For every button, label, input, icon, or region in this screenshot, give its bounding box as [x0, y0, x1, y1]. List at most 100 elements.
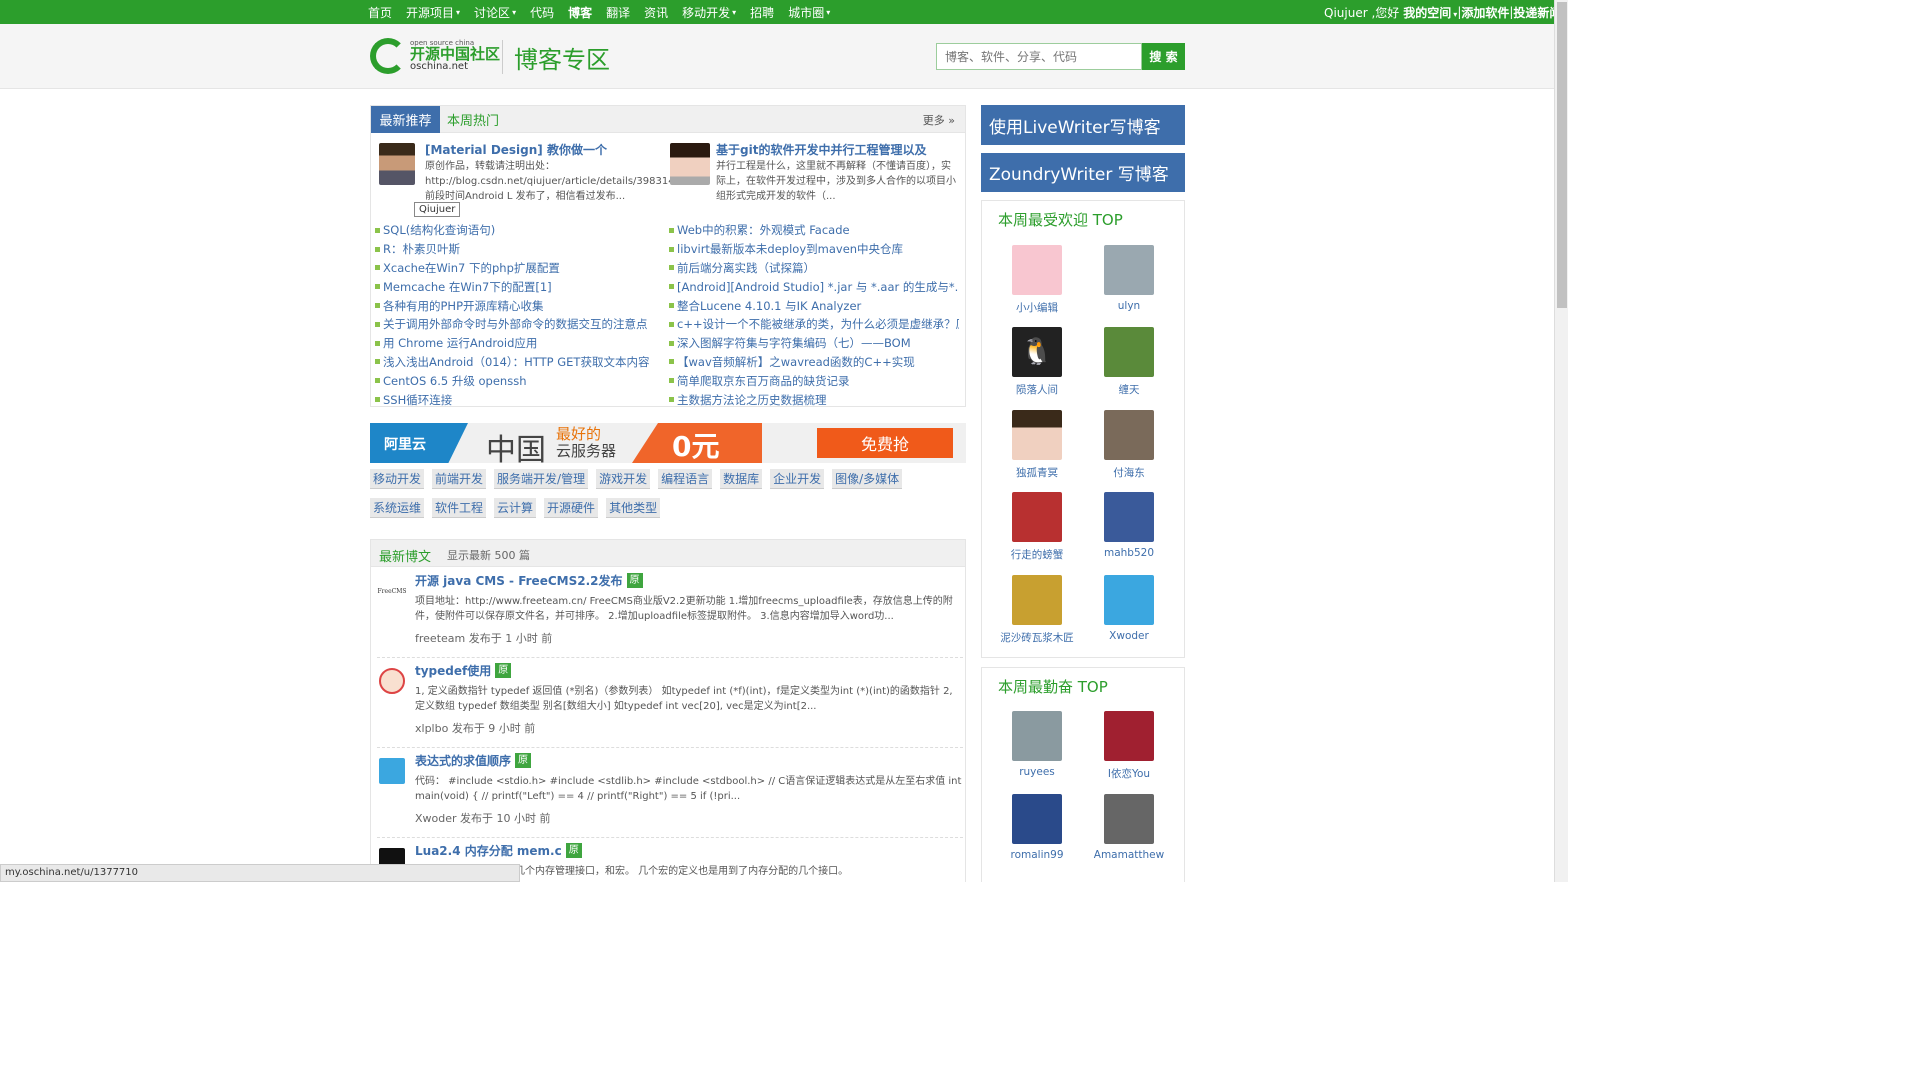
list-item[interactable]: Web中的积累：外观模式 Facade	[669, 221, 959, 240]
post-desc: 项目地址：http://www.freeteam.cn/ FreeCMS商业版V…	[415, 596, 953, 622]
bullet-icon	[669, 359, 674, 365]
avatar[interactable]	[379, 758, 405, 784]
user-name: 小小编辑	[1016, 302, 1058, 314]
user-name: I依恋You	[1107, 768, 1151, 780]
user-card[interactable]: 泥沙砖瓦浆木匠	[991, 575, 1083, 645]
user-card[interactable]: 付海东	[1083, 410, 1175, 480]
header-divider	[502, 40, 503, 74]
user-card[interactable]: ulyn	[1083, 245, 1175, 312]
list-item[interactable]: 用 Chrome 运行Android应用	[375, 334, 665, 353]
list-item[interactable]: 浅入浅出Android（014）：HTTP GET获取文本内容	[375, 353, 665, 372]
user-card[interactable]: 🐧 陨落人间	[991, 327, 1083, 397]
recommend-tabs: 最新推荐 本周热门 更多 »	[371, 106, 965, 133]
user-name: ulyn	[1117, 300, 1141, 312]
list-item[interactable]: 主数据方法论之历史数据梳理	[669, 390, 959, 409]
search-input[interactable]	[936, 43, 1142, 70]
tab-latest-recommend[interactable]: 最新推荐	[371, 106, 440, 133]
nav-city[interactable]: 城市圈 ▾	[788, 4, 830, 21]
nav-translate[interactable]: 翻译	[606, 4, 630, 21]
tag-mobile[interactable]: 移动开发	[370, 469, 425, 489]
user-card[interactable]: Amamatthew	[1083, 794, 1175, 861]
ad-text-zero: 0元	[672, 430, 720, 463]
avatar[interactable]: FreeCMS	[378, 578, 407, 604]
nav-label: 博客	[568, 5, 593, 20]
bullet-icon	[669, 340, 674, 346]
zoundry-button[interactable]: ZoundryWriter 写博客	[981, 153, 1185, 192]
list-item[interactable]: libvirt最新版本未deploy到maven中央仓库	[669, 240, 959, 259]
list-item[interactable]: Memcache 在Win7下的配置[1]	[375, 277, 665, 296]
list-item[interactable]: 深入图解字符集与字符集编码（七）——BOM	[669, 334, 959, 353]
ad-free-button[interactable]: 免费抢	[817, 428, 953, 458]
post-title[interactable]: typedef使用原	[415, 662, 512, 679]
avatar[interactable]	[379, 143, 415, 185]
list-item-label: 各种有用的PHP开源库精心收集	[383, 298, 544, 313]
list-item[interactable]: [Android][Android Studio] *.jar 与 *.aar …	[669, 277, 959, 296]
list-item[interactable]: CentOS 6.5 升级 openssh	[375, 371, 665, 390]
nav-blog[interactable]: 博客	[568, 4, 592, 21]
featured-title[interactable]: [Material Design] 教你做一个	[425, 141, 607, 158]
post-title[interactable]: 开源 java CMS - FreeCMS2.2发布原	[415, 572, 643, 589]
user-card[interactable]: ruyees	[991, 711, 1083, 778]
search-button[interactable]: 搜 索	[1142, 43, 1185, 70]
tag-enterprise[interactable]: 企业开发	[770, 469, 825, 489]
my-space-link[interactable]: 我的空间 ▾	[1403, 4, 1457, 21]
user-card[interactable]: 小小编辑	[991, 245, 1083, 315]
tag-media[interactable]: 图像/多媒体	[832, 469, 903, 489]
avatar[interactable]	[379, 668, 405, 694]
featured-title[interactable]: 基于git的软件开发中并行工程管理以及	[716, 141, 926, 158]
list-item[interactable]: c++设计一个不能被继承的类，为什么必须是虚继承？原	[669, 315, 959, 334]
user-card[interactable]: mahb520	[1083, 492, 1175, 559]
tag-ops[interactable]: 系统运维	[370, 498, 425, 518]
tag-language[interactable]: 编程语言	[658, 469, 713, 489]
list-item-label: 【wav音频解析】之wavread函数的C++实现	[677, 354, 915, 369]
list-item[interactable]: SQL(结构化查询语句)	[375, 221, 665, 240]
avatar	[1012, 245, 1062, 295]
aliyun-ad-banner[interactable]: 阿里云 中国 最好的 云服务器 0元 免费抢	[370, 423, 966, 463]
list-item[interactable]: R：朴素贝叶斯	[375, 240, 665, 259]
tag-frontend[interactable]: 前端开发	[432, 469, 487, 489]
user-card[interactable]: romalin99	[991, 794, 1083, 861]
post-title[interactable]: Lua2.4 内存分配 mem.c 原	[415, 842, 582, 859]
list-item[interactable]: Xcache在Win7 下的php扩展配置	[375, 259, 665, 278]
nav-forum[interactable]: 讨论区 ▾	[474, 4, 516, 21]
vertical-scrollbar[interactable]	[1554, 0, 1568, 882]
tag-hardware[interactable]: 开源硬件	[544, 498, 599, 518]
ad-text-china: 中国	[486, 433, 546, 463]
nav-code[interactable]: 代码	[530, 4, 554, 21]
nav-home[interactable]: 首页	[368, 4, 392, 21]
logout-link[interactable]: 退出	[1565, 4, 1589, 21]
list-item[interactable]: 各种有用的PHP开源库精心收集	[375, 296, 665, 315]
scrollbar-thumb[interactable]	[1557, 2, 1567, 308]
user-card[interactable]: 独孤青冥	[991, 410, 1083, 480]
tag-other[interactable]: 其他类型	[606, 498, 661, 518]
tag-server[interactable]: 服务端开发/管理	[494, 469, 589, 489]
bullet-icon	[669, 246, 674, 252]
list-item[interactable]: SSH循环连接	[375, 390, 665, 409]
list-item-label: [Android][Android Studio] *.jar 与 *.aar …	[677, 279, 959, 294]
tag-game[interactable]: 游戏开发	[596, 469, 651, 489]
tag-cloud[interactable]: 云计算	[494, 498, 537, 518]
list-item[interactable]: 关于调用外部命令时与外部命令的数据交互的注意点	[375, 315, 665, 334]
livewriter-button[interactable]: 使用LiveWriter写博客	[981, 105, 1185, 145]
more-link[interactable]: 更多 »	[923, 112, 955, 128]
nav-projects[interactable]: 开源项目 ▾	[406, 4, 460, 21]
user-card[interactable]: I依恋You	[1083, 711, 1175, 781]
tab-weekly-hot[interactable]: 本周热门	[447, 106, 499, 133]
nav-news[interactable]: 资讯	[644, 4, 668, 21]
avatar[interactable]	[670, 143, 710, 185]
tag-engineering[interactable]: 软件工程	[432, 498, 487, 518]
list-item[interactable]: 【wav音频解析】之wavread函数的C++实现	[669, 353, 959, 372]
site-logo[interactable]: open source china 开源中国社区 oschina.net	[370, 38, 500, 74]
list-item[interactable]: 前后端分离实践（试探篇）	[669, 259, 959, 278]
list-item[interactable]: 简单爬取京东百万商品的缺货记录	[669, 371, 959, 390]
list-item[interactable]: 整合Lucene 4.10.1 与IK Analyzer	[669, 296, 959, 315]
nav-jobs[interactable]: 招聘	[750, 4, 774, 21]
post-title[interactable]: 表达式的求值顺序原	[415, 752, 532, 769]
user-card[interactable]: Xwoder	[1083, 575, 1175, 642]
user-card[interactable]: 行走的螃蟹	[991, 492, 1083, 562]
nav-mobile[interactable]: 移动开发 ▾	[682, 4, 736, 21]
post-meta: Xwoder 发布于 10 小时 前	[415, 812, 551, 825]
user-card[interactable]: 缠天	[1083, 327, 1175, 397]
add-software-link[interactable]: 添加软件	[1461, 4, 1509, 21]
tag-database[interactable]: 数据库	[720, 469, 763, 489]
